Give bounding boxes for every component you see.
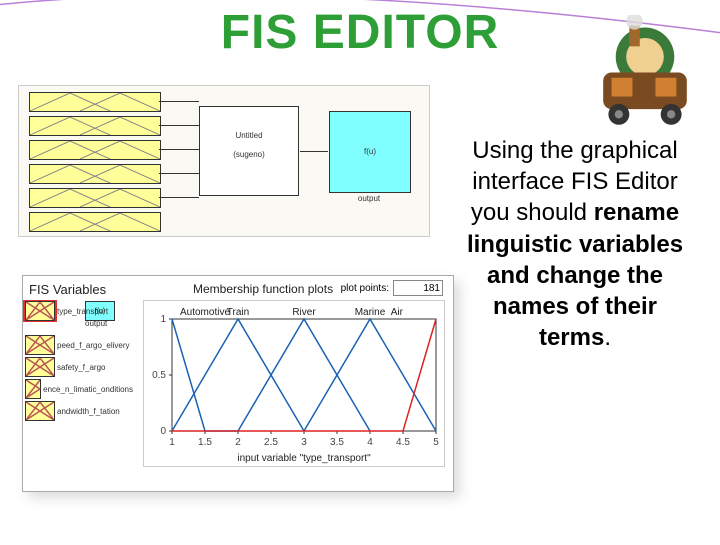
fis-input-box: the_rate_f_argo_hipping: [29, 212, 161, 232]
input-var-label: safety_f_argo: [57, 363, 105, 372]
svg-text:1: 1: [169, 437, 175, 448]
input-var-icon: [25, 301, 55, 321]
plot-points-input[interactable]: [393, 280, 443, 296]
svg-text:0.5: 0.5: [152, 370, 166, 381]
membership-chart: 0 0.5 1 1 1.5 2 2.5 3 3.5 4 4.5 5 AutomotiveTrain Riv…: [143, 300, 445, 467]
fis-input-box: the_peed_f_argo_elivery: [29, 116, 161, 136]
plot-points-label: plot points:: [341, 283, 389, 294]
svg-text:Air: Air: [391, 307, 404, 318]
fis-input-label: the_rate_f_argo_hipping: [160, 217, 161, 224]
fis-system-name: Untitled: [200, 131, 298, 140]
fis-system-type: (sugeno): [233, 150, 265, 159]
svg-text:2: 2: [235, 437, 241, 448]
fis-input-box: dependence_n_limatic_onditions: [29, 164, 161, 184]
input-var-icon: [25, 401, 55, 421]
svg-text:1: 1: [160, 314, 166, 325]
fis-input-box: type_transport: [29, 92, 161, 112]
svg-text:5: 5: [433, 437, 439, 448]
svg-text:input variable "type_transport: input variable "type_transport": [237, 453, 371, 464]
svg-text:3.5: 3.5: [330, 437, 344, 448]
fis-output-box: f(u): [329, 111, 411, 193]
input-var-label: type_transport: [57, 307, 108, 316]
svg-text:4: 4: [367, 437, 373, 448]
fis-system-box: Untitled (sugeno): [199, 106, 299, 196]
fis-input-box: bandwidth_f_tation: [29, 188, 161, 208]
fis-vars-list: f(u) type_transport output peed_f_argo_e…: [23, 300, 133, 422]
mf-plot-title: Membership function plots: [193, 282, 333, 296]
svg-text:Marine: Marine: [355, 307, 386, 318]
svg-text:1.5: 1.5: [198, 437, 212, 448]
train-clipart: [580, 15, 710, 130]
input-var-icon: [25, 357, 55, 377]
fis-vars-title: FIS Variables: [29, 282, 106, 297]
body-text: Using the graphical interface FIS Editor…: [460, 135, 710, 353]
input-var-label: andwidth_f_tation: [57, 407, 120, 416]
svg-text:4.5: 4.5: [396, 437, 410, 448]
svg-text:2.5: 2.5: [264, 437, 278, 448]
body-tail: .: [604, 324, 611, 351]
fis-output-label: output: [329, 194, 409, 203]
input-var-icon: [25, 335, 55, 355]
input-var-label: ence_n_limatic_onditions: [43, 385, 133, 394]
svg-text:0: 0: [160, 426, 166, 437]
svg-text:River: River: [292, 307, 316, 318]
fis-diagram-screenshot: type_transport the_peed_f_argo_elivery s…: [18, 85, 430, 237]
membership-panel: FIS Variables f(u) type_transport output…: [22, 275, 454, 492]
input-var-label: peed_f_argo_elivery: [57, 341, 130, 350]
fis-input-box: safety_f_argo: [29, 140, 161, 160]
svg-text:Automotive: Automotive: [180, 307, 230, 318]
input-var-icon: [25, 379, 41, 399]
svg-text:Train: Train: [227, 307, 249, 318]
svg-text:3: 3: [301, 437, 307, 448]
output-var-label: output: [85, 319, 107, 328]
